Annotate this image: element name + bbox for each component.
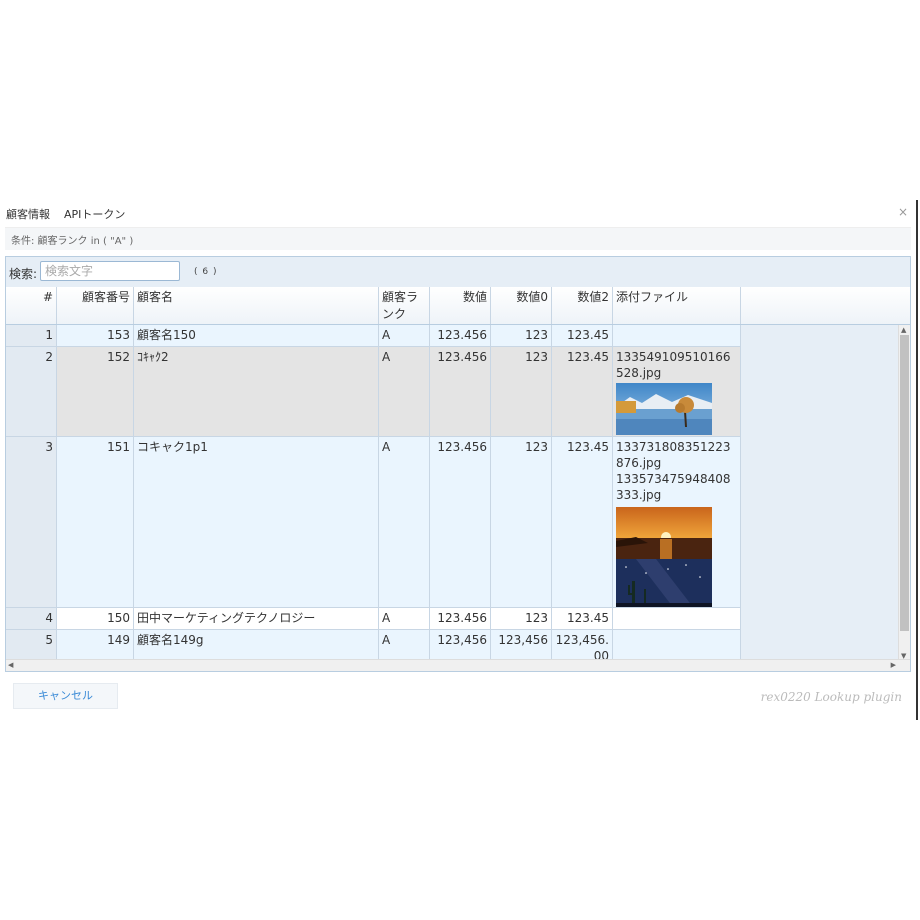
- row-index: 2: [6, 347, 57, 436]
- lookup-dialog: 顧客情報 APIトークン × 条件: 顧客ランク in ( "A" ) 検索: (…: [0, 200, 918, 720]
- attachment-filename[interactable]: 133731808351223876.jpg: [616, 439, 737, 471]
- dialog-title: 顧客情報 APIトークン: [6, 206, 125, 222]
- table-row[interactable]: 3 151 コキャク1p1 A 123.456 123 123.45 13373…: [6, 437, 741, 608]
- cell-customer-name: 顧客名149g: [134, 630, 379, 661]
- cell-attachment: [613, 325, 741, 346]
- row-index: 5: [6, 630, 57, 661]
- cell-num0: 123: [491, 608, 552, 629]
- sunset-sea-photo-icon[interactable]: [616, 507, 712, 559]
- results-grid: 検索: ( 6 ) # 顧客番号 顧客名 顧客ランク 数値 数値0 数値2 添付…: [5, 256, 911, 672]
- attachment-filename[interactable]: 133549109510166528.jpg: [616, 349, 737, 381]
- header-num0[interactable]: 数値0: [491, 287, 552, 324]
- search-input[interactable]: [40, 261, 180, 281]
- cell-num0: 123: [491, 437, 552, 607]
- cell-num: 123.456: [430, 608, 491, 629]
- condition-bar: 条件: 顧客ランク in ( "A" ): [5, 227, 911, 250]
- cell-customer-no: 152: [57, 347, 134, 436]
- cell-num0: 123: [491, 347, 552, 436]
- cell-num0: 123: [491, 325, 552, 346]
- dialog-title-token: APIトークン: [64, 208, 126, 221]
- search-row: 検索: ( 6 ): [6, 257, 910, 287]
- cell-customer-name: ｺｷｬｸ2: [134, 347, 379, 436]
- lake-tree-photo-icon[interactable]: [616, 383, 712, 435]
- cell-customer-no: 149: [57, 630, 134, 661]
- cell-customer-name: コキャク1p1: [134, 437, 379, 607]
- search-count: ( 6 ): [194, 267, 218, 277]
- cell-num: 123.456: [430, 347, 491, 436]
- row-index: 1: [6, 325, 57, 346]
- cell-num: 123.456: [430, 325, 491, 346]
- cell-attachment: 133731808351223876.jpg 13357347594840833…: [613, 437, 741, 607]
- table-header: # 顧客番号 顧客名 顧客ランク 数値 数値0 数値2 添付ファイル: [6, 287, 910, 325]
- dialog-title-app: 顧客情報: [6, 208, 50, 221]
- row-index: 4: [6, 608, 57, 629]
- table-row[interactable]: 4 150 田中マーケティングテクノロジー A 123.456 123 123.…: [6, 608, 741, 630]
- vertical-scrollbar[interactable]: ▲ ▼: [898, 325, 910, 661]
- close-icon[interactable]: ×: [898, 206, 908, 218]
- cell-attachment: [613, 630, 741, 661]
- scroll-up-icon[interactable]: ▲: [901, 326, 906, 334]
- header-rank[interactable]: 顧客ランク: [379, 287, 430, 324]
- cell-customer-name: 田中マーケティングテクノロジー: [134, 608, 379, 629]
- cell-attachment: 133549109510166528.jpg: [613, 347, 741, 436]
- table-row[interactable]: 5 149 顧客名149g A 123,456 123,456 123,456.…: [6, 630, 741, 661]
- header-customer-no[interactable]: 顧客番号: [57, 287, 134, 324]
- cell-num: 123,456: [430, 630, 491, 661]
- horizontal-scrollbar[interactable]: ◀ ▶: [6, 659, 910, 671]
- cell-rank: A: [379, 347, 430, 436]
- header-index[interactable]: #: [6, 287, 57, 324]
- cell-num2: 123.45: [552, 325, 613, 346]
- scroll-left-icon[interactable]: ◀: [8, 661, 13, 669]
- attachment-filename[interactable]: 133573475948408333.jpg: [616, 471, 737, 503]
- cell-customer-no: 153: [57, 325, 134, 346]
- cancel-button[interactable]: キャンセル: [13, 683, 118, 709]
- table-row[interactable]: 2 152 ｺｷｬｸ2 A 123.456 123 123.45 1335491…: [6, 347, 741, 437]
- header-customer-name[interactable]: 顧客名: [134, 287, 379, 324]
- scroll-right-icon[interactable]: ▶: [891, 661, 896, 669]
- header-attachment[interactable]: 添付ファイル: [613, 287, 741, 324]
- cell-rank: A: [379, 437, 430, 607]
- row-index: 3: [6, 437, 57, 607]
- cell-num0: 123,456: [491, 630, 552, 661]
- cell-rank: A: [379, 325, 430, 346]
- table-body: 1 153 顧客名150 A 123.456 123 123.45 2 152 …: [6, 325, 902, 661]
- scrollbar-thumb[interactable]: [900, 335, 909, 631]
- search-label: 検索:: [9, 267, 38, 281]
- cell-customer-no: 150: [57, 608, 134, 629]
- cell-rank: A: [379, 608, 430, 629]
- cell-customer-name: 顧客名150: [134, 325, 379, 346]
- cell-customer-no: 151: [57, 437, 134, 607]
- table-row[interactable]: 1 153 顧客名150 A 123.456 123 123.45: [6, 325, 741, 347]
- cell-num2: 123.45: [552, 347, 613, 436]
- header-num[interactable]: 数値: [430, 287, 491, 324]
- night-sky-cactus-photo-icon[interactable]: [616, 559, 712, 607]
- header-num2[interactable]: 数値2: [552, 287, 613, 324]
- plugin-brand: rex0220 Lookup plugin: [760, 690, 902, 704]
- cell-num2: 123.45: [552, 608, 613, 629]
- cell-rank: A: [379, 630, 430, 661]
- cell-num: 123.456: [430, 437, 491, 607]
- cell-num2: 123.45: [552, 437, 613, 607]
- cell-num2: 123,456.00: [552, 630, 613, 661]
- condition-text: 条件: 顧客ランク in ( "A" ): [11, 236, 134, 247]
- cell-attachment: [613, 608, 741, 629]
